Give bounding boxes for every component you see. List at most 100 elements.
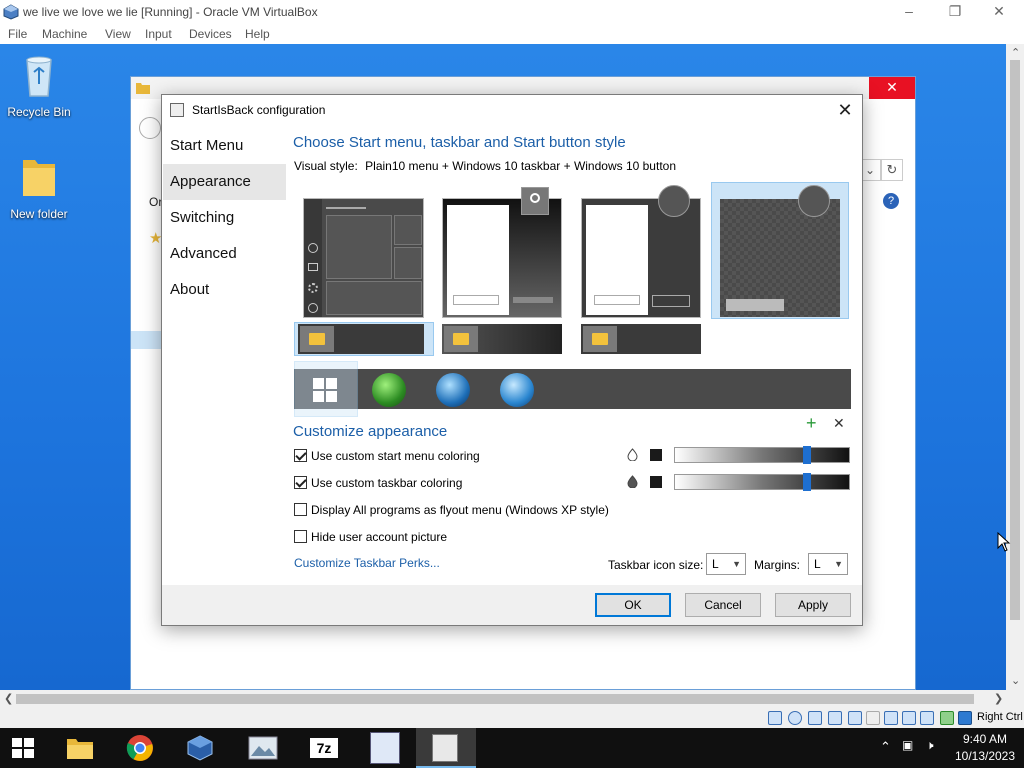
- status-shared-folder-icon[interactable]: [866, 711, 880, 725]
- guest-taskbar: 7z ⌃ ▣ 🕨 9:40 AM 10/13/2023: [0, 728, 1024, 768]
- menu-machine[interactable]: Machine: [42, 27, 87, 41]
- back-icon[interactable]: [139, 117, 161, 139]
- taskbar-color-slider[interactable]: [674, 473, 850, 491]
- status-optical-icon[interactable]: [788, 711, 802, 725]
- add-icon[interactable]: +: [806, 413, 817, 434]
- taskbar-chrome[interactable]: [110, 728, 170, 768]
- taskbar-style-preview-3[interactable]: [581, 324, 701, 354]
- refresh-icon[interactable]: ↻: [881, 159, 903, 181]
- windows7-orb-alt-icon[interactable]: [500, 373, 534, 407]
- recycle-bin-icon: [26, 56, 52, 97]
- windows7-orb-icon[interactable]: [436, 373, 470, 407]
- close-button[interactable]: ✕: [976, 0, 1022, 24]
- gear-icon: [308, 283, 318, 293]
- desktop-icon-label: Recycle Bin: [7, 105, 71, 119]
- taskbar-color-swatch[interactable]: [650, 476, 662, 488]
- status-vt-icon[interactable]: [920, 711, 934, 725]
- taskbar-style-preview-2[interactable]: [442, 324, 562, 354]
- help-icon[interactable]: ?: [883, 193, 899, 209]
- nav-about[interactable]: About: [163, 272, 286, 308]
- nav-appearance[interactable]: Appearance: [163, 164, 286, 200]
- clover-orb-icon[interactable]: [372, 373, 406, 407]
- user-avatar-icon: [798, 185, 830, 217]
- scroll-up-icon[interactable]: ⌃: [1011, 46, 1020, 59]
- network-icon[interactable]: ▣: [902, 738, 913, 752]
- option-hide-user-picture[interactable]: Hide user account picture: [294, 530, 447, 546]
- select-value: L: [712, 557, 719, 571]
- customize-taskbar-perks-link[interactable]: Customize Taskbar Perks...: [294, 556, 440, 570]
- status-recording-icon[interactable]: [902, 711, 916, 725]
- restore-button[interactable]: ❐: [932, 0, 978, 24]
- option-xp-flyout[interactable]: Display All programs as flyout menu (Win…: [294, 503, 609, 519]
- folder-icon: [453, 333, 469, 345]
- status-hdd-icon[interactable]: [768, 711, 782, 725]
- taskbar-virtualbox[interactable]: [170, 728, 230, 768]
- taskbar-startisback-config[interactable]: [416, 728, 476, 768]
- power-icon: [308, 303, 318, 313]
- menu-style-preview-3[interactable]: [581, 185, 701, 318]
- menu-style-preview-2[interactable]: [442, 187, 562, 318]
- menu-style-preview-1[interactable]: [303, 198, 424, 318]
- menu-view[interactable]: View: [105, 27, 131, 41]
- startisback-dialog: StartIsBack configuration ✕ Start Menu A…: [161, 94, 863, 626]
- taskbar-app-64[interactable]: [356, 728, 416, 768]
- menu-devices[interactable]: Devices: [189, 27, 232, 41]
- option-custom-taskbar-coloring[interactable]: Use custom taskbar coloring: [294, 476, 462, 492]
- horizontal-scrollbar[interactable]: ❮ ❯: [0, 690, 1024, 708]
- ok-button[interactable]: OK: [595, 593, 671, 617]
- scrollbar-thumb[interactable]: [16, 694, 974, 704]
- status-usb-icon[interactable]: [848, 711, 862, 725]
- checkbox-unchecked[interactable]: [294, 530, 307, 543]
- taskbar-7zip[interactable]: 7z: [294, 728, 354, 768]
- scroll-left-icon[interactable]: ❮: [4, 692, 13, 705]
- checkbox-checked[interactable]: [294, 449, 307, 462]
- status-audio-icon[interactable]: [808, 711, 822, 725]
- status-network-icon[interactable]: [828, 711, 842, 725]
- speaker-muted-icon[interactable]: 🕨: [926, 738, 934, 753]
- remove-icon[interactable]: ✕: [833, 415, 845, 432]
- app-64-icon: [370, 732, 400, 764]
- margins-select[interactable]: L ▼: [808, 553, 848, 575]
- menu-file[interactable]: File: [8, 27, 27, 41]
- desktop-icon-new-folder[interactable]: New folder: [1, 152, 77, 221]
- checkbox-checked[interactable]: [294, 476, 307, 489]
- nav-advanced[interactable]: Advanced: [163, 236, 286, 272]
- start-menu-color-slider[interactable]: [674, 446, 850, 464]
- vertical-scrollbar[interactable]: ⌃ ⌄: [1006, 44, 1024, 690]
- nav-pane-selected-item[interactable]: [131, 331, 165, 349]
- nav-start-menu[interactable]: Start Menu: [163, 128, 286, 164]
- status-mouse-integration-icon[interactable]: [940, 711, 954, 725]
- scroll-right-icon[interactable]: ❯: [994, 692, 1003, 705]
- apply-button[interactable]: Apply: [775, 593, 851, 617]
- scrollbar-thumb[interactable]: [1010, 60, 1020, 620]
- dialog-close-button[interactable]: ✕: [834, 99, 856, 121]
- slider-thumb[interactable]: [803, 446, 811, 464]
- cancel-button[interactable]: Cancel: [685, 593, 761, 617]
- checkbox-unchecked[interactable]: [294, 503, 307, 516]
- taskbar-icon-size-label: Taskbar icon size:: [608, 558, 704, 572]
- taskbar-icon-size-select[interactable]: L ▼: [706, 553, 746, 575]
- explorer-close-button[interactable]: ✕: [869, 77, 915, 99]
- start-menu-color-swatch[interactable]: [650, 449, 662, 461]
- start-button[interactable]: [0, 728, 46, 768]
- taskbar-photos[interactable]: [232, 728, 292, 768]
- scroll-down-icon[interactable]: ⌄: [1011, 674, 1020, 687]
- status-display-icon[interactable]: [884, 711, 898, 725]
- chevron-up-icon[interactable]: ⌃: [880, 739, 891, 755]
- taskbar-file-explorer[interactable]: [50, 728, 110, 768]
- minimize-button[interactable]: –: [886, 0, 932, 24]
- menu-style-preview-4-selected[interactable]: [711, 182, 849, 319]
- status-keyboard-icon[interactable]: [958, 711, 972, 725]
- menu-help[interactable]: Help: [245, 27, 270, 41]
- user-avatar-icon: [521, 187, 549, 215]
- vbox-title-bar: we live we love we lie [Running] - Oracl…: [0, 0, 1024, 24]
- menu-input[interactable]: Input: [145, 27, 172, 41]
- startisback-config-icon: [432, 734, 458, 762]
- slider-thumb[interactable]: [803, 473, 811, 491]
- windows10-logo-icon[interactable]: [312, 377, 338, 403]
- nav-switching[interactable]: Switching: [163, 200, 286, 236]
- option-custom-start-menu-coloring[interactable]: Use custom start menu coloring: [294, 449, 480, 465]
- virtualbox-icon: [187, 735, 213, 761]
- clock[interactable]: 9:40 AM 10/13/2023: [950, 731, 1020, 765]
- desktop-icon-recycle-bin[interactable]: Recycle Bin: [1, 50, 77, 119]
